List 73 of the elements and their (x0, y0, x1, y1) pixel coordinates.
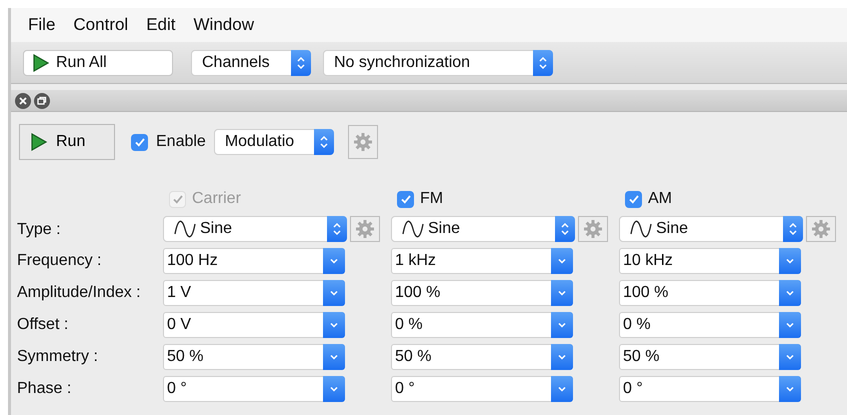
chevron-icon (551, 376, 573, 402)
sine-wave-icon (174, 220, 196, 238)
stepper-icon (327, 216, 347, 242)
value-combo[interactable]: 0 % (619, 312, 801, 338)
field-label: Type : (17, 220, 62, 240)
type-dropdown[interactable]: Sine (391, 216, 575, 242)
play-icon (30, 132, 48, 152)
stepper-icon (555, 216, 575, 242)
check-icon (134, 136, 146, 148)
field-label: Symmetry : (17, 347, 99, 367)
chevron-icon (551, 248, 573, 274)
value-combo[interactable]: 1 kHz (391, 248, 573, 274)
play-icon (32, 52, 50, 72)
settings-button[interactable] (578, 216, 608, 242)
check-icon (628, 193, 640, 205)
value-combo[interactable]: 0 ° (391, 376, 573, 402)
stepper-icon (291, 50, 311, 76)
value-combo[interactable]: 0 ° (619, 376, 801, 402)
gear-icon (811, 219, 831, 239)
close-icon[interactable] (15, 92, 31, 108)
restore-icon[interactable] (34, 92, 50, 108)
check-icon (400, 193, 412, 205)
settings-button[interactable] (806, 216, 836, 242)
channels-dropdown[interactable]: Channels (191, 50, 311, 76)
chevron-icon (551, 312, 573, 338)
chevron-icon (779, 248, 801, 274)
field-label: Phase : (17, 379, 72, 399)
value-combo[interactable]: 0 % (391, 312, 573, 338)
menu-item[interactable]: File (26, 12, 58, 38)
mode-dropdown[interactable]: Modulatio (214, 129, 334, 155)
sine-wave-icon (630, 220, 652, 238)
chevron-icon (323, 376, 345, 402)
channel-label[interactable]: FM (420, 187, 444, 211)
chevron-icon (323, 248, 345, 274)
field-label: Offset : (17, 315, 70, 335)
field-label: Frequency : (17, 251, 102, 271)
value-combo[interactable]: 50 % (391, 344, 573, 370)
type-dropdown[interactable]: Sine (619, 216, 803, 242)
chevron-icon (779, 376, 801, 402)
gear-icon (352, 132, 373, 152)
stepper-icon (533, 50, 553, 76)
sine-wave-icon (402, 220, 424, 238)
gear-icon (355, 219, 375, 239)
chevron-icon (323, 312, 345, 338)
run-all-button[interactable]: Run All (23, 50, 173, 76)
settings-button[interactable] (348, 125, 378, 159)
menu-item[interactable]: Edit (144, 12, 178, 38)
settings-button[interactable] (350, 216, 380, 242)
value-combo[interactable]: 50 % (619, 344, 801, 370)
gear-icon (583, 219, 603, 239)
chevron-icon (779, 344, 801, 370)
value-combo[interactable]: 100 % (619, 280, 801, 306)
value-combo[interactable]: 100 % (391, 280, 573, 306)
channel-label[interactable]: AM (648, 187, 672, 211)
menu-item[interactable]: Window (192, 12, 256, 38)
chevron-icon (779, 280, 801, 306)
sync-dropdown[interactable]: No synchronization (323, 50, 553, 76)
chevron-icon (551, 280, 573, 306)
run-button[interactable]: Run (19, 124, 115, 160)
checkbox[interactable] (131, 134, 148, 150)
menu-item[interactable]: Control (71, 12, 130, 38)
stepper-icon (314, 129, 334, 155)
field-label: Amplitude/Index : (17, 283, 142, 303)
chevron-icon (323, 280, 345, 306)
value-combo[interactable]: 10 kHz (619, 248, 801, 274)
chevron-icon (323, 344, 345, 370)
checkbox[interactable] (625, 190, 642, 208)
channel-label: Carrier (192, 189, 241, 209)
chevron-icon (551, 344, 573, 370)
stepper-icon (783, 216, 803, 242)
checkbox[interactable] (397, 190, 414, 208)
chevron-icon (779, 312, 801, 338)
enable-label[interactable]: Enable (156, 130, 206, 154)
